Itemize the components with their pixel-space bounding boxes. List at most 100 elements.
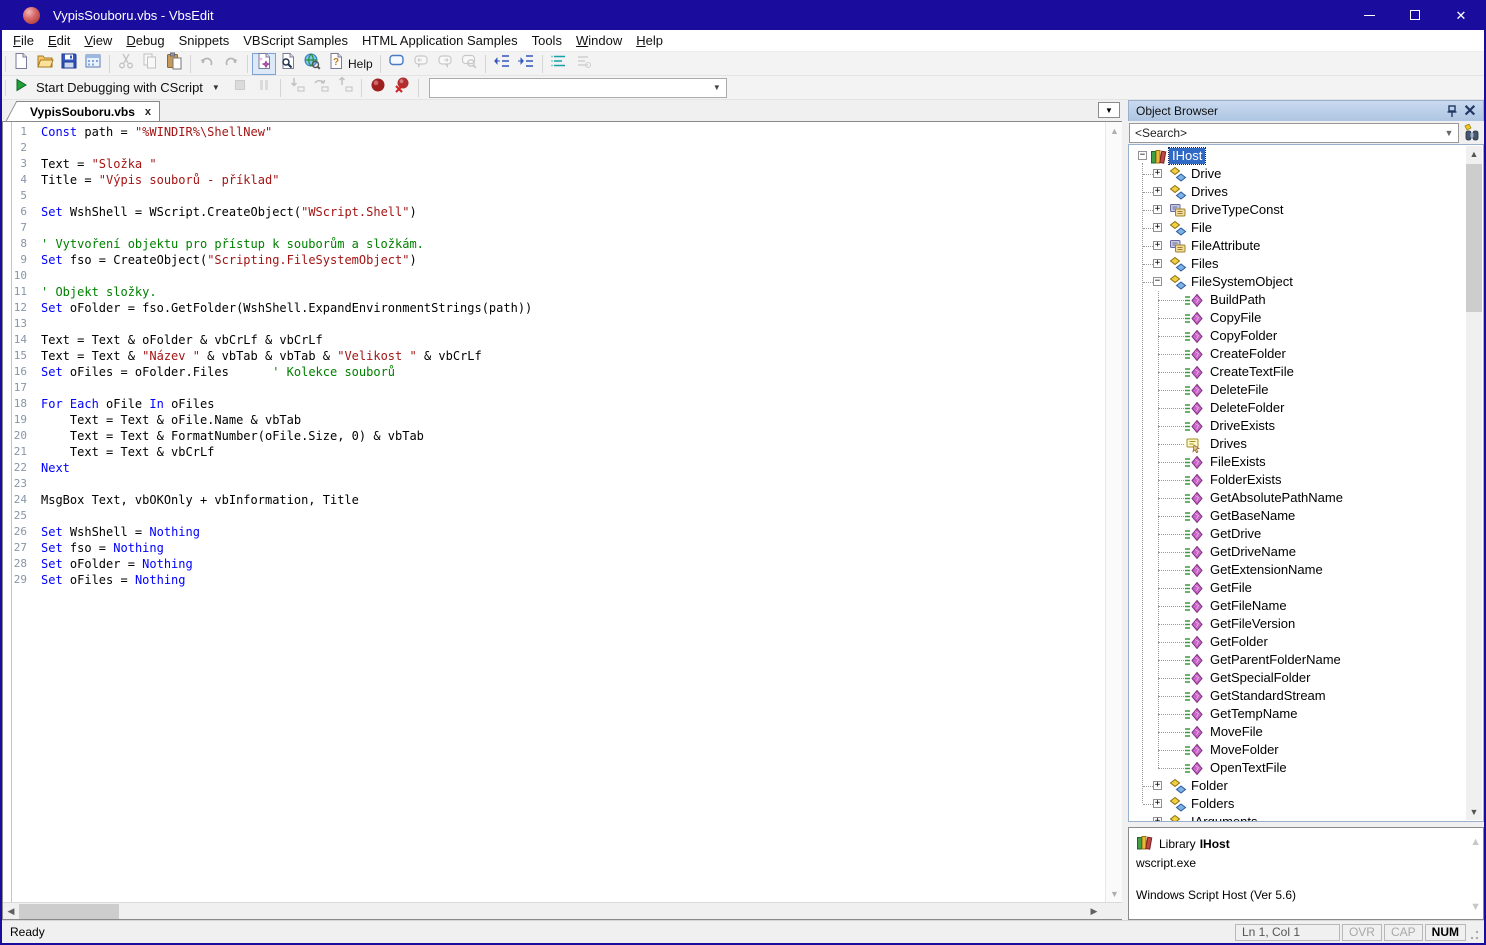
minimize-button[interactable] xyxy=(1346,0,1392,30)
search-input[interactable]: <Search> ▼ xyxy=(1129,123,1459,143)
code-line-23[interactable]: 23 xyxy=(3,476,1122,492)
toolbar-grip[interactable] xyxy=(5,80,6,96)
tree-item-deletefolder[interactable]: DeleteFolder xyxy=(1129,399,1483,417)
tree-item-label[interactable]: Drives xyxy=(1207,436,1250,452)
tree-item-label[interactable]: FileSystemObject xyxy=(1188,274,1296,290)
tree-item-label[interactable]: GetFolder xyxy=(1207,634,1271,650)
tree-item-getstandardstream[interactable]: GetStandardStream xyxy=(1129,687,1483,705)
tree-item-label[interactable]: GetBaseName xyxy=(1207,508,1298,524)
tree-item-drives[interactable]: Drives xyxy=(1129,435,1483,453)
code-line-13[interactable]: 13 xyxy=(3,316,1122,332)
tree-item-label[interactable]: DeleteFile xyxy=(1207,382,1272,398)
tree-item-label[interactable]: CreateTextFile xyxy=(1207,364,1297,380)
tree-item-label[interactable]: File xyxy=(1188,220,1215,236)
code-line-26[interactable]: 26Set WshShell = Nothing xyxy=(3,524,1122,540)
tree-item-files[interactable]: + Files xyxy=(1129,255,1483,273)
tree-item-opentextfile[interactable]: OpenTextFile xyxy=(1129,759,1483,777)
code-line-14[interactable]: 14Text = Text & oFolder & vbCrLf & vbCrL… xyxy=(3,332,1122,348)
tree-item-createtextfile[interactable]: CreateTextFile xyxy=(1129,363,1483,381)
tree-item-getbasename[interactable]: GetBaseName xyxy=(1129,507,1483,525)
menu-item-snippets[interactable]: Snippets xyxy=(172,31,237,50)
expand-icon[interactable]: + xyxy=(1153,259,1162,268)
scroll-down-icon[interactable]: ▼ xyxy=(1106,885,1122,902)
web-search-button[interactable] xyxy=(300,53,324,75)
panel-close-icon[interactable]: ✕ xyxy=(1461,103,1479,120)
comment-bubble-button[interactable] xyxy=(385,53,409,75)
editor-horizontal-scrollbar[interactable]: ◀ ▶ xyxy=(3,902,1122,919)
collapse-icon[interactable]: − xyxy=(1138,151,1147,160)
debug-command-combobox[interactable]: ▼ xyxy=(429,78,727,98)
tree-item-gettempname[interactable]: GetTempName xyxy=(1129,705,1483,723)
tree-item-fileattribute[interactable]: +FileAttribute xyxy=(1129,237,1483,255)
tree-item-getspecialfolder[interactable]: GetSpecialFolder xyxy=(1129,669,1483,687)
tree-scrollbar[interactable]: ▲ ▼ xyxy=(1466,146,1482,820)
scroll-up-icon[interactable]: ▲ xyxy=(1466,146,1482,162)
tree-item-buildpath[interactable]: BuildPath xyxy=(1129,291,1483,309)
tree-item-label[interactable]: GetDrive xyxy=(1207,526,1264,542)
menu-item-window[interactable]: Window xyxy=(569,31,629,50)
tree-item-label[interactable]: MoveFile xyxy=(1207,724,1266,740)
tree-item-getfile[interactable]: GetFile xyxy=(1129,579,1483,597)
tree-item-getdrive[interactable]: GetDrive xyxy=(1129,525,1483,543)
menu-item-help[interactable]: Help xyxy=(629,31,670,50)
tree-item-folder[interactable]: +Folder xyxy=(1129,777,1483,795)
code-line-16[interactable]: 16Set oFiles = oFolder.Files ' Kolekce s… xyxy=(3,364,1122,380)
menu-item-debug[interactable]: Debug xyxy=(119,31,171,50)
tree-item-label[interactable]: DriveExists xyxy=(1207,418,1278,434)
breakpoint-button[interactable] xyxy=(366,77,390,99)
resize-grip[interactable] xyxy=(1468,924,1480,941)
tree-item-label[interactable]: IArguments xyxy=(1188,814,1260,822)
tree-item-getdrivename[interactable]: GetDriveName xyxy=(1129,543,1483,561)
tree-item-label[interactable]: GetFileName xyxy=(1207,598,1290,614)
outdent-button[interactable] xyxy=(490,53,514,75)
tree-item-label[interactable]: GetSpecialFolder xyxy=(1207,670,1313,686)
tree-item-label[interactable]: Drive xyxy=(1188,166,1224,182)
chevron-down-icon[interactable]: ▼ xyxy=(207,83,225,92)
tree-item-iarguments[interactable]: + IArguments xyxy=(1129,813,1483,822)
tree-item-label[interactable]: DeleteFolder xyxy=(1207,400,1287,416)
tree-item-filesystemobject[interactable]: − FileSystemObject xyxy=(1129,273,1483,291)
editor-vertical-scrollbar[interactable]: ▲ ▼ xyxy=(1105,122,1122,902)
tree-item-label[interactable]: FileExists xyxy=(1207,454,1269,470)
start-debugging-button[interactable]: Start Debugging with CScript ▼ xyxy=(9,77,228,99)
expand-icon[interactable]: + xyxy=(1153,817,1162,822)
tree-item-label[interactable]: CreateFolder xyxy=(1207,346,1289,362)
tree-item-copyfolder[interactable]: CopyFolder xyxy=(1129,327,1483,345)
expand-icon[interactable]: + xyxy=(1153,187,1162,196)
tree-item-getfolder[interactable]: GetFolder xyxy=(1129,633,1483,651)
tree-item-label[interactable]: GetDriveName xyxy=(1207,544,1299,560)
scroll-left-icon[interactable]: ◀ xyxy=(3,903,19,920)
tree-item-drivetypeconst[interactable]: +DriveTypeConst xyxy=(1129,201,1483,219)
save-button[interactable] xyxy=(57,53,81,75)
help-button[interactable]: ?Help xyxy=(324,53,376,75)
tab-close-icon[interactable]: x xyxy=(145,106,151,118)
menu-item-file[interactable]: File xyxy=(6,31,41,50)
tree-item-label[interactable]: CopyFile xyxy=(1207,310,1264,326)
list-marks-button[interactable] xyxy=(547,53,571,75)
code-line-28[interactable]: 28Set oFolder = Nothing xyxy=(3,556,1122,572)
menu-item-tools[interactable]: Tools xyxy=(525,31,569,50)
code-line-3[interactable]: 3Text = "Složka " xyxy=(3,156,1122,172)
code-line-19[interactable]: 19 Text = Text & oFile.Name & vbTab xyxy=(3,412,1122,428)
toolbar-grip[interactable] xyxy=(5,56,6,72)
tree-item-label[interactable]: Files xyxy=(1188,256,1221,272)
close-button[interactable]: ✕ xyxy=(1438,0,1484,30)
tree-item-label[interactable]: GetStandardStream xyxy=(1207,688,1329,704)
code-line-10[interactable]: 10 xyxy=(3,268,1122,284)
menu-item-edit[interactable]: Edit xyxy=(41,31,77,50)
code-line-18[interactable]: 18For Each oFile In oFiles xyxy=(3,396,1122,412)
tree-item-getfileversion[interactable]: GetFileVersion xyxy=(1129,615,1483,633)
tree-item-label[interactable]: BuildPath xyxy=(1207,292,1269,308)
code-line-1[interactable]: 1Const path = "%WINDIR%\ShellNew" xyxy=(3,124,1122,140)
code-line-17[interactable]: 17 xyxy=(3,380,1122,396)
new-file-button[interactable] xyxy=(9,53,33,75)
collapse-icon[interactable]: − xyxy=(1153,277,1162,286)
tree-item-file[interactable]: + File xyxy=(1129,219,1483,237)
tree-item-label[interactable]: IHost xyxy=(1169,148,1205,164)
code-line-21[interactable]: 21 Text = Text & vbCrLf xyxy=(3,444,1122,460)
expand-icon[interactable]: + xyxy=(1153,223,1162,232)
menu-item-vbscript-samples[interactable]: VBScript Samples xyxy=(236,31,355,50)
expand-icon[interactable]: + xyxy=(1153,205,1162,214)
tree-item-ihost[interactable]: − IHost xyxy=(1129,147,1483,165)
tree-item-movefile[interactable]: MoveFile xyxy=(1129,723,1483,741)
